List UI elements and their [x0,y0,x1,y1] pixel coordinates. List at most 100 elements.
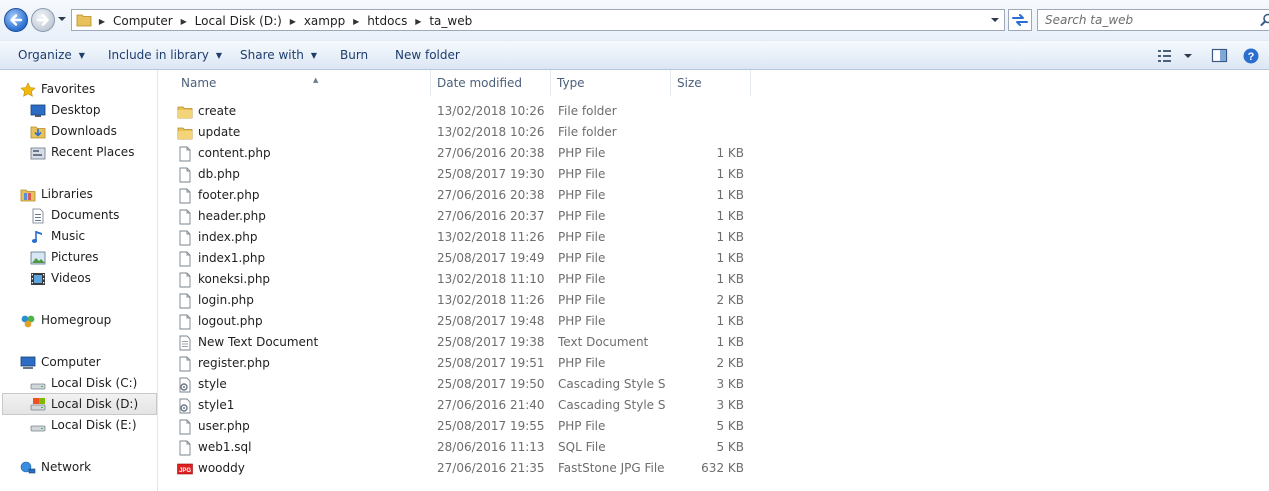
file-row[interactable]: user.php 25/08/2017 19:55 PHP File 5 KB [175,416,755,437]
sidebar-item-recent-places[interactable]: Recent Places [30,142,150,163]
sidebar-item-label: Pictures [51,250,99,264]
column-header-size[interactable]: Size [671,70,751,96]
breadcrumb-item[interactable]: Local Disk (D:) [192,14,285,28]
address-dropdown-icon[interactable] [990,15,1000,25]
file-row[interactable]: login.php 13/02/2018 11:26 PHP File 2 KB [175,290,755,311]
search-icon[interactable] [1260,13,1269,27]
file-date-modified: 25/08/2017 19:55 [437,419,545,433]
breadcrumb-item[interactable]: ta_web [426,14,475,28]
file-name: update [198,125,241,139]
sidebar-homegroup[interactable]: Homegroup [20,310,150,331]
file-name: create [198,104,237,118]
column-header-label: Date modified [437,76,523,90]
svg-text:?: ? [1248,51,1255,63]
file-date-modified: 25/08/2017 19:51 [437,356,545,370]
file-row[interactable]: logout.php 25/08/2017 19:48 PHP File 1 KB [175,311,755,332]
file-date-modified: 27/06/2016 20:38 [437,188,545,202]
sidebar-item-desktop[interactable]: Desktop [30,100,150,121]
file-name: footer.php [198,188,260,202]
file-row[interactable]: JPG wooddy 27/06/2016 21:35 FastStone JPG F… [175,458,755,479]
file-row[interactable]: content.php 27/06/2016 20:38 PHP File 1 KB [175,143,755,164]
refresh-button[interactable] [1008,9,1032,31]
help-button[interactable]: ? [1242,47,1260,65]
file-type: FastStone JPG File [558,461,665,475]
sidebar-item-videos[interactable]: Videos [30,268,150,289]
file-name: header.php [198,209,266,223]
file-row[interactable]: style 25/08/2017 19:50 Cascading Style S..… [175,374,755,395]
file-type: PHP File [558,314,606,328]
sidebar-item-local-disk-e[interactable]: Local Disk (E:) [30,415,150,436]
file-row[interactable]: db.php 25/08/2017 19:30 PHP File 1 KB [175,164,755,185]
file-name: user.php [198,419,250,433]
sidebar-item-music[interactable]: Music [30,226,150,247]
file-row[interactable]: web1.sql 28/06/2016 11:13 SQL File 5 KB [175,437,755,458]
sidebar-item-label: Documents [51,208,120,222]
file-row[interactable]: koneksi.php 13/02/2018 11:10 PHP File 1 KB [175,269,755,290]
change-view-button[interactable] [1156,47,1196,65]
column-header-type[interactable]: Type [551,70,671,96]
star-icon [20,82,36,97]
breadcrumb-item[interactable]: htdocs [364,14,410,28]
sidebar-item-pictures[interactable]: Pictures [30,247,150,268]
sidebar-computer[interactable]: Computer [20,352,150,373]
file-icon [179,314,191,330]
file-icon [179,272,191,288]
file-date-modified: 25/08/2017 19:30 [437,167,545,181]
address-bar[interactable]: ▶ Computer ▶ Local Disk (D:) ▶ xampp ▶ htdocs ▶ t… [71,9,1005,31]
breadcrumb-separator-icon[interactable]: ▶ [176,17,192,26]
sidebar-item-downloads[interactable]: Downloads [30,121,150,142]
chevron-down-icon: ▼ [78,50,85,60]
breadcrumb-separator-icon[interactable]: ▶ [94,17,110,26]
share-with-button[interactable]: Share with ▼ [240,46,317,64]
burn-button[interactable]: Burn [340,46,368,64]
file-date-modified: 13/02/2018 11:26 [437,293,545,307]
file-size: 1 KB [716,167,744,181]
text-document-icon [179,335,191,351]
file-row[interactable]: update 13/02/2018 10:26 File folder [175,122,755,143]
search-input[interactable] [1038,10,1258,30]
file-row[interactable]: index1.php 25/08/2017 19:49 PHP File 1 KB [175,248,755,269]
sidebar-item-documents[interactable]: Documents [30,205,150,226]
breadcrumb-separator-icon[interactable]: ▶ [348,17,364,26]
breadcrumb-separator-icon[interactable]: ▶ [285,17,301,26]
sidebar-item-local-disk-d[interactable]: Local Disk (D:) [2,393,157,415]
breadcrumb-item[interactable]: Computer [110,14,176,28]
column-header-name[interactable]: Name ▲ [175,70,431,96]
file-row[interactable]: New Text Document 25/08/2017 19:38 Text Do… [175,332,755,353]
new-folder-button[interactable]: New folder [395,46,460,64]
file-row[interactable]: register.php 25/08/2017 19:51 PHP File 2 KB [175,353,755,374]
sidebar-network[interactable]: Network [20,457,150,478]
sidebar-item-label: Local Disk (E:) [51,418,137,432]
breadcrumb-item[interactable]: xampp [301,14,348,28]
sidebar-libraries[interactable]: Libraries [20,184,150,205]
file-row[interactable]: header.php 27/06/2016 20:37 PHP File 1 KB [175,206,755,227]
sidebar-favorites[interactable]: Favorites [20,79,150,100]
file-row[interactable]: create 13/02/2018 10:26 File folder [175,101,755,122]
file-size: 3 KB [716,398,744,412]
details-view-icon [1158,50,1192,62]
search-box[interactable] [1037,9,1269,31]
file-row[interactable]: style1 27/06/2016 21:40 Cascading Style S.… [175,395,755,416]
file-date-modified: 28/06/2016 11:13 [437,440,545,454]
file-icon [179,440,191,456]
file-date-modified: 13/02/2018 11:26 [437,230,545,244]
forward-button[interactable] [31,8,55,32]
file-row[interactable]: index.php 13/02/2018 11:26 PHP File 1 KB [175,227,755,248]
history-dropdown-icon[interactable] [57,14,67,24]
file-date-modified: 27/06/2016 20:37 [437,209,545,223]
preview-pane-button[interactable] [1211,47,1231,65]
drive-icon [30,398,46,411]
breadcrumb-separator-icon[interactable]: ▶ [410,17,426,26]
column-header-date-modified[interactable]: Date modified [431,70,551,96]
sidebar-item-local-disk-c[interactable]: Local Disk (C:) [30,373,150,394]
sidebar-item-label: Local Disk (D:) [51,397,139,411]
back-button[interactable] [4,8,28,32]
include-in-library-button[interactable]: Include in library ▼ [108,46,222,64]
file-type: Text Document [558,335,649,349]
file-size: 1 KB [716,335,744,349]
file-row[interactable]: footer.php 27/06/2016 20:38 PHP File 1 KB [175,185,755,206]
svg-text:JPG: JPG [179,468,191,474]
file-type: PHP File [558,272,606,286]
organize-button[interactable]: Organize ▼ [18,46,85,64]
file-size: 5 KB [716,419,744,433]
